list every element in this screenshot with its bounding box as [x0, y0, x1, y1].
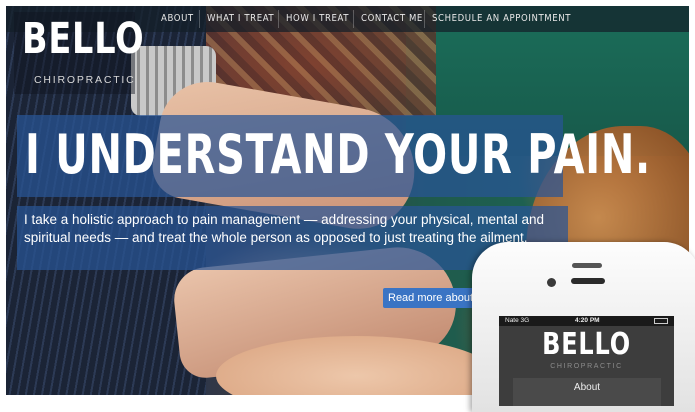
- nav-item-about[interactable]: ABOUT: [161, 6, 194, 32]
- nav-separator: [353, 10, 354, 28]
- logo-title: BELLO: [22, 14, 145, 64]
- mobile-logo-text: BELLO: [542, 327, 631, 362]
- status-carrier: Nate 3G: [505, 317, 530, 324]
- logo-subtitle: CHIROPRACTIC: [34, 74, 136, 86]
- nav-item-contact-me[interactable]: CONTACT ME: [361, 6, 423, 32]
- phone-camera-icon: [547, 278, 556, 287]
- site-logo[interactable]: BELLO CHIROPRACTIC: [14, 12, 144, 94]
- nav-separator: [199, 10, 200, 28]
- mobile-menu: About: [513, 378, 661, 406]
- headline-banner: I UNDERSTAND YOUR PAIN.: [17, 115, 650, 197]
- mobile-menu-item-about[interactable]: About: [513, 382, 661, 393]
- hero-headline: I UNDERSTAND YOUR PAIN.: [25, 123, 651, 186]
- mobile-logo-subtitle: CHIROPRACTIC: [550, 363, 623, 370]
- phone-screen: Nate 3G 4:20 PM BELLO CHIROPRACTIC About: [499, 316, 674, 406]
- hero-description: I take a holistic approach to pain manag…: [24, 212, 545, 245]
- phone-earpiece: [571, 278, 605, 284]
- nav-item-what-i-treat[interactable]: WHAT I TREAT: [207, 6, 274, 32]
- nav-item-how-i-treat[interactable]: HOW I TREAT: [286, 6, 349, 32]
- mobile-logo-title: BELLO: [499, 328, 674, 362]
- nav-item-schedule-appointment[interactable]: SCHEDULE AN APPOINTMENT: [432, 6, 571, 32]
- battery-icon: [654, 318, 668, 324]
- nav-separator: [424, 10, 425, 28]
- nav-separator: [278, 10, 279, 28]
- status-time: 4:20 PM: [575, 317, 600, 324]
- phone-status-bar: Nate 3G 4:20 PM: [499, 316, 674, 326]
- phone-speaker: [572, 263, 602, 268]
